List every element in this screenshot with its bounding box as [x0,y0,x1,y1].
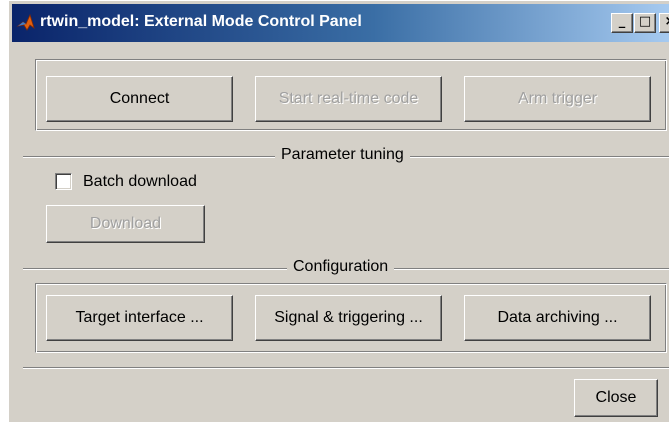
batch-download-checkbox[interactable] [55,173,72,190]
maximize-button[interactable]: □ [634,13,656,33]
parameter-tuning-label: Parameter tuning [275,146,410,164]
matlab-icon [16,13,35,31]
connect-button[interactable]: Connect [46,76,233,122]
window-title: rtwin_model: External Mode Control Panel [40,13,362,30]
footer-separator [23,367,669,369]
arm-trigger-button[interactable]: Arm trigger [464,76,651,122]
close-button[interactable]: Close [574,379,658,417]
start-realtime-code-button[interactable]: Start real-time code [255,76,442,122]
batch-download-label: Batch download [83,173,197,190]
download-button[interactable]: Download [46,205,205,243]
minimize-button[interactable]: _ [611,13,633,33]
signal-triggering-button[interactable]: Signal & triggering ... [255,295,442,341]
data-archiving-button[interactable]: Data archiving ... [464,295,651,341]
title-bar[interactable]: rtwin_model: External Mode Control Panel… [12,4,669,42]
target-interface-button[interactable]: Target interface ... [46,295,233,341]
close-window-button[interactable]: × [659,13,669,33]
configuration-label: Configuration [287,258,395,276]
external-mode-window: rtwin_model: External Mode Control Panel… [8,0,669,422]
